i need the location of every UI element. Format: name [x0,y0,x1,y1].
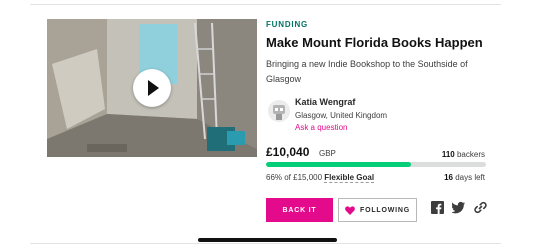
play-button[interactable] [133,69,171,107]
backers-number: 110 [441,150,455,159]
funding-progress-bar [266,162,486,167]
project-video[interactable] [47,19,257,157]
days-left: 16 days left [444,173,485,182]
top-divider [30,4,501,5]
project-blurb: Bringing a new Indie Bookshop to the Sou… [266,59,468,84]
creator-name[interactable]: Katia Wengraf [295,97,355,107]
home-indicator[interactable] [198,238,337,242]
play-icon [148,80,159,96]
funding-percent: 66% of £15,000 Flexible Goal [266,173,375,183]
days-number: 16 [444,173,453,182]
days-label: days left [455,173,485,182]
back-it-button[interactable]: BACK IT [266,198,333,222]
funding-progress-fill [266,162,412,167]
backers-label: backers [456,150,485,159]
twitter-icon[interactable] [452,201,465,214]
ask-question-link[interactable]: Ask a question [295,123,347,132]
heart-icon [345,205,355,215]
pledged-currency: GBP [319,149,336,158]
pledged-amount: £10,040 [266,145,310,159]
backers-count: 110 backers [442,150,485,159]
flexible-goal-label[interactable]: Flexible Goal [324,173,375,183]
facebook-icon[interactable] [431,201,444,214]
creator-location: Glasgow, United Kingdom [295,111,388,120]
percent-text: 66% of £15,000 [266,173,323,182]
project-category[interactable]: FUNDING [266,20,308,29]
link-icon[interactable] [474,201,487,214]
bottom-divider [30,243,501,244]
project-title: Make Mount Florida Books Happen [266,35,483,50]
following-button[interactable]: FOLLOWING [338,198,417,222]
following-label: FOLLOWING [360,206,410,214]
creator-avatar[interactable] [268,100,290,122]
